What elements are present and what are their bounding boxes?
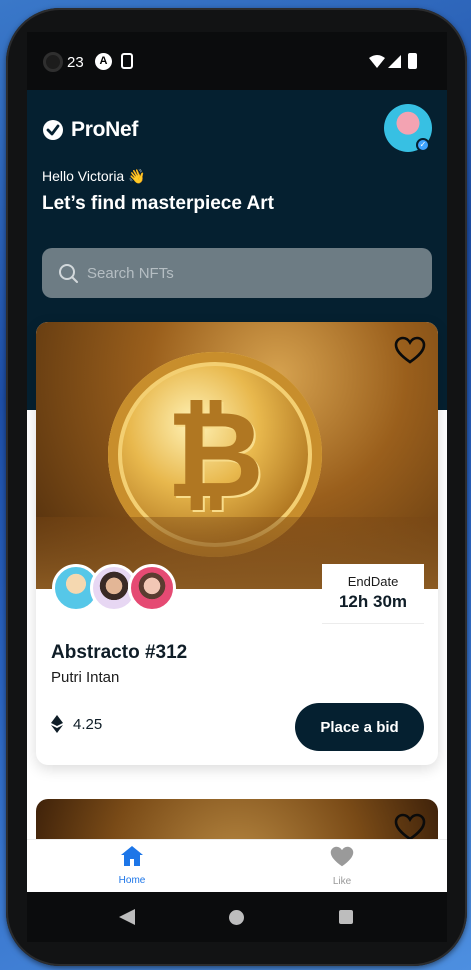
heart-icon — [330, 846, 354, 867]
verified-icon: ✓ — [416, 138, 430, 152]
search-placeholder: Search NFTs — [87, 264, 174, 282]
brand-logo: ProNef — [42, 118, 138, 142]
system-navigation-bar — [27, 892, 447, 942]
home-icon — [121, 846, 143, 866]
device-screen: 23 A ProNef ✓ Hello Victoria 👋 Let’s fin… — [27, 32, 447, 892]
brand-name: ProNef — [71, 118, 139, 141]
recent-apps-button[interactable] — [339, 910, 353, 924]
status-time: 23 — [67, 54, 84, 71]
nft-price: 4.25 — [51, 715, 102, 733]
owner-avatars — [52, 564, 176, 612]
bottom-navigation: Home Like — [27, 839, 447, 892]
nav-item-like[interactable]: Like — [317, 846, 367, 887]
nav-label-home: Home — [118, 875, 146, 886]
nft-creator: Putri Intan — [51, 669, 120, 686]
favorite-heart-icon[interactable] — [394, 813, 426, 841]
check-circle-icon — [43, 120, 63, 140]
nav-item-home[interactable]: Home — [107, 846, 157, 886]
search-input[interactable]: Search NFTs — [42, 248, 432, 298]
end-date-box: EndDate 12h 30m — [322, 564, 424, 624]
ethereum-icon — [51, 715, 63, 733]
greeting-text: Hello Victoria 👋 — [42, 168, 146, 184]
owner-avatar[interactable] — [128, 564, 176, 612]
search-icon — [59, 264, 78, 283]
wifi-icon — [369, 55, 385, 68]
page-title: Let’s find masterpiece Art — [42, 193, 274, 214]
battery-icon — [408, 53, 417, 69]
end-date-value: 12h 30m — [338, 592, 408, 611]
nft-title: Abstracto #312 — [51, 642, 188, 663]
nft-card[interactable]: ₿ EndDate 12h 30m Abstracto #312 Putri I… — [36, 322, 438, 765]
place-bid-button[interactable]: Place a bid — [295, 703, 424, 751]
accessibility-icon: A — [95, 53, 112, 70]
back-icon[interactable] — [119, 909, 135, 925]
signal-icon — [388, 55, 401, 68]
favorite-heart-icon[interactable] — [394, 336, 426, 364]
price-value: 4.25 — [73, 715, 103, 733]
clipboard-icon — [121, 53, 133, 69]
nft-image: ₿ — [36, 322, 438, 589]
app-content: ProNef ✓ Hello Victoria 👋 Let’s find mas… — [27, 90, 447, 892]
front-camera — [43, 52, 63, 72]
home-button[interactable] — [229, 910, 244, 925]
end-date-label: EndDate — [347, 574, 399, 589]
status-bar: 23 A — [27, 32, 447, 90]
nav-label-like: Like — [332, 876, 352, 887]
